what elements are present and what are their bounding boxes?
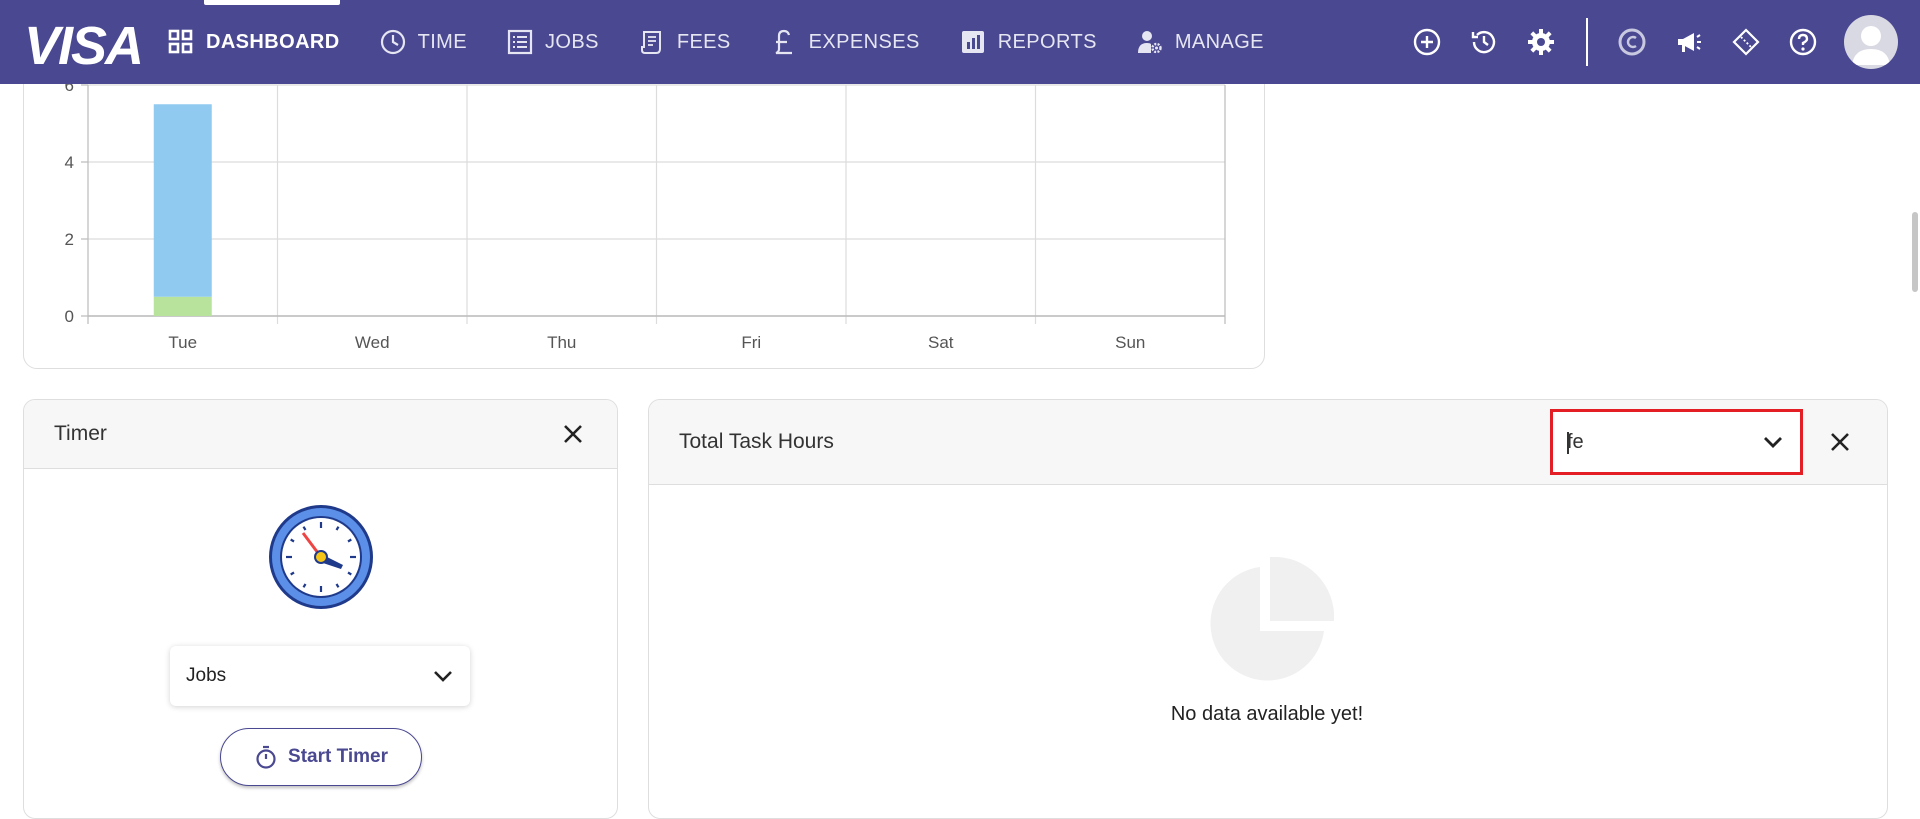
bar-chart-icon xyxy=(960,29,986,55)
weekly-hours-chart-card: 0 2 4 6 Tue Wed Thu Fri Sat Sun xyxy=(23,40,1265,369)
nav-fees-label: FEES xyxy=(676,30,731,53)
visa-logo[interactable]: VISA xyxy=(22,16,144,76)
x-tick-label: Wed xyxy=(355,333,390,352)
x-tick-label: Fri xyxy=(741,333,761,352)
timer-type-value: Jobs xyxy=(186,665,227,686)
y-tick-label: 2 xyxy=(65,230,74,249)
timer-clock-illustration xyxy=(267,503,375,611)
no-data-message: No data available yet! xyxy=(1170,703,1364,725)
gear-icon[interactable] xyxy=(1526,27,1556,57)
task-filter-value: fe xyxy=(1567,430,1584,453)
bar-tue-series-0 xyxy=(153,296,212,316)
text-caret xyxy=(1567,431,1569,454)
top-navigation-bar: VISA DASHBOARD TIME JOBS FEES EXPENSES R… xyxy=(0,0,1920,84)
c-logo-icon[interactable] xyxy=(1617,27,1647,57)
clock-icon xyxy=(380,29,406,55)
page-scrollbar[interactable] xyxy=(1910,84,1920,800)
nav-reports[interactable]: REPORTS xyxy=(960,0,1097,84)
nav-expenses[interactable]: EXPENSES xyxy=(771,0,920,84)
nav-reports-label: REPORTS xyxy=(997,30,1097,53)
timer-card: Timer Jobs Start Timer xyxy=(23,399,618,819)
history-icon[interactable] xyxy=(1469,27,1499,57)
nav-dashboard-label: DASHBOARD xyxy=(206,30,340,53)
nav-jobs[interactable]: JOBS xyxy=(507,0,599,84)
ticket-icon[interactable] xyxy=(1731,27,1761,57)
empty-pie-chart-icon xyxy=(1200,556,1335,691)
brand-text: VISA xyxy=(24,16,142,70)
timer-card-header: Timer xyxy=(24,400,617,469)
x-tick-label: Sat xyxy=(928,333,954,352)
chevron-down-icon xyxy=(1764,437,1782,448)
task-filter-select[interactable]: fe xyxy=(1550,409,1803,475)
nav-fees[interactable]: FEES xyxy=(639,0,731,84)
bar-tue-series-1 xyxy=(153,104,212,297)
total-task-hours-close-icon[interactable] xyxy=(1826,428,1854,456)
plus-circle-icon[interactable] xyxy=(1412,27,1442,57)
start-timer-label: Start Timer xyxy=(288,746,388,767)
weekly-hours-chart: 0246Tue Wed Thu Fri Sat Sun xyxy=(65,76,1226,352)
toolbar-divider xyxy=(1586,18,1588,66)
visa-logo-graphic: VISA xyxy=(24,16,144,76)
nav-time[interactable]: TIME xyxy=(380,0,467,84)
total-task-hours-title: Total Task Hours xyxy=(679,430,834,453)
start-timer-button[interactable]: Start Timer xyxy=(220,728,422,786)
scrollbar-thumb[interactable] xyxy=(1912,212,1918,292)
nav-time-label: TIME xyxy=(417,30,467,53)
user-gear-icon xyxy=(1137,29,1163,55)
nav-manage-label: MANAGE xyxy=(1174,30,1264,53)
timer-close-icon[interactable] xyxy=(559,420,587,448)
nav-manage[interactable]: MANAGE xyxy=(1137,0,1264,84)
x-tick-label: Thu xyxy=(547,333,576,352)
chevron-down-icon xyxy=(434,671,452,682)
y-tick-label: 0 xyxy=(65,307,74,326)
user-avatar-icon xyxy=(1852,26,1890,65)
nav-expenses-label: EXPENSES xyxy=(808,30,920,53)
x-tick-label: Tue xyxy=(168,333,197,352)
list-icon xyxy=(507,29,533,55)
pound-icon xyxy=(771,29,797,55)
megaphone-icon[interactable] xyxy=(1674,27,1704,57)
receipt-icon xyxy=(639,29,665,55)
stopwatch-icon xyxy=(256,745,276,769)
nav-dashboard[interactable]: DASHBOARD xyxy=(168,0,340,84)
avatar[interactable] xyxy=(1844,15,1898,69)
toolbar-icons xyxy=(1385,0,1920,84)
task-filter-input[interactable]: fe xyxy=(1567,431,1584,454)
y-tick-label: 4 xyxy=(65,153,74,172)
timer-type-select[interactable]: Jobs xyxy=(170,646,470,706)
nav-jobs-label: JOBS xyxy=(544,30,599,53)
timer-card-title: Timer xyxy=(54,422,107,445)
help-icon[interactable] xyxy=(1788,27,1818,57)
main-nav: DASHBOARD TIME JOBS FEES EXPENSES REPORT… xyxy=(168,0,1304,84)
x-tick-label: Sun xyxy=(1115,333,1145,352)
grid-icon xyxy=(168,29,194,55)
